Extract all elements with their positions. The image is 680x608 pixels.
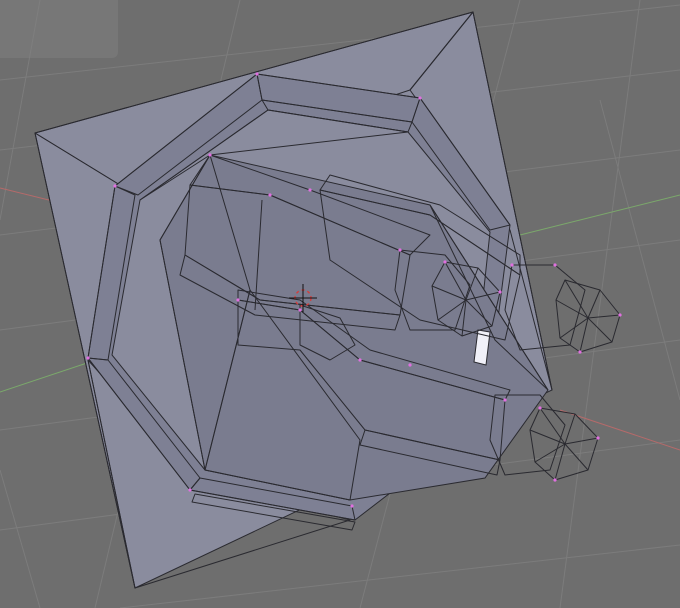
y-axis-line-right bbox=[519, 194, 680, 236]
3d-viewport[interactable] bbox=[0, 0, 680, 608]
header-region-overlay[interactable] bbox=[0, 0, 118, 58]
mesh-object[interactable] bbox=[34, 11, 622, 589]
viewport-canvas[interactable] bbox=[0, 0, 680, 608]
y-axis-line bbox=[0, 361, 91, 393]
barrel-upper-right-muzzle-spokes bbox=[555, 279, 621, 353]
x-axis-line-right bbox=[559, 409, 680, 451]
